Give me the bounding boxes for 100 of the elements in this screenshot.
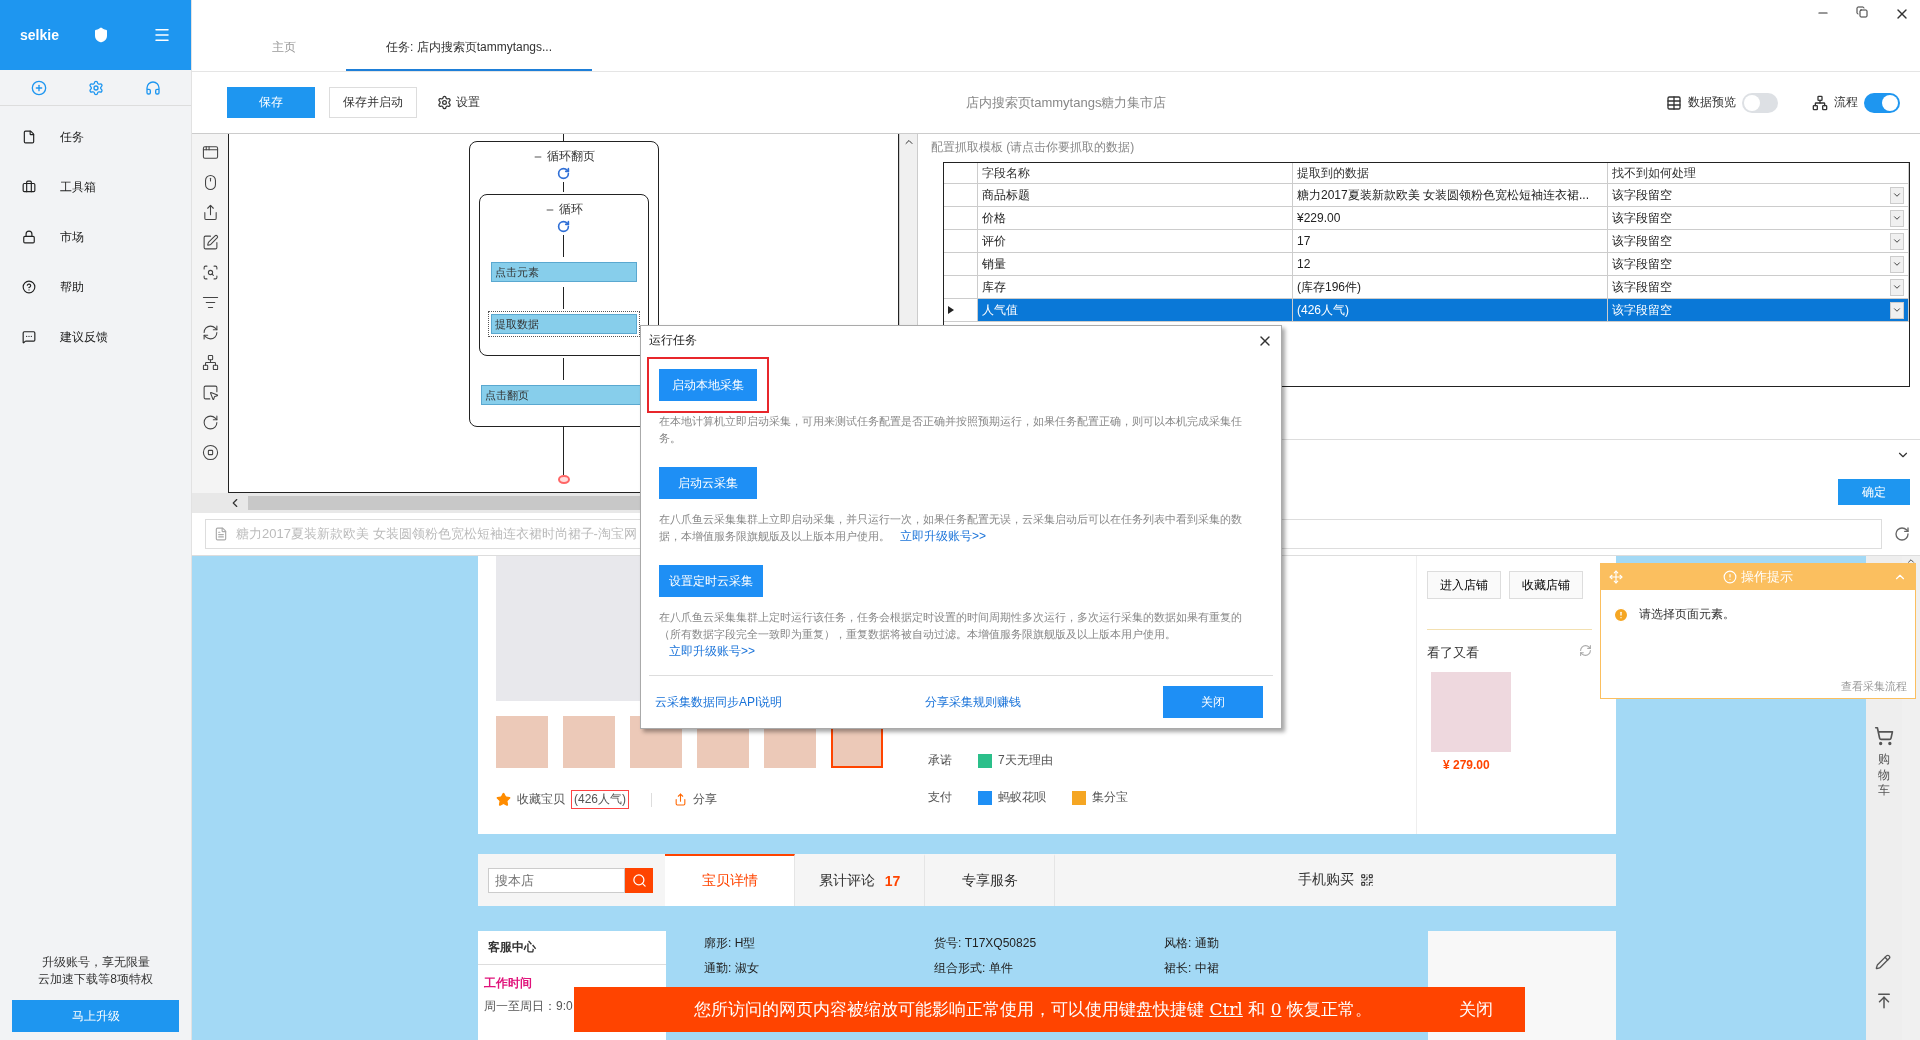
dropdown-cell[interactable]: 该字段留空	[1608, 184, 1909, 207]
dropdown-cell[interactable]: 该字段留空	[1608, 253, 1909, 276]
page-icon	[214, 527, 228, 541]
file-icon	[22, 130, 36, 144]
scroll-up-icon[interactable]	[1906, 556, 1916, 566]
attribute-text: 裙长: 中裙	[1164, 960, 1220, 977]
toggle-switch[interactable]	[1742, 92, 1778, 113]
table-cell: (426人气)	[1293, 299, 1608, 322]
row-header-cell[interactable]	[944, 276, 978, 299]
thumbnail-placeholder[interactable]	[496, 716, 548, 768]
pencil-icon[interactable]	[1875, 954, 1891, 970]
flow-step[interactable]: 提取数据	[490, 314, 637, 335]
toggle-switch[interactable]	[1864, 92, 1900, 113]
detail-tab[interactable]: 累计评论 17	[795, 854, 925, 906]
row-header-cell[interactable]	[944, 184, 978, 207]
hours-title: 工作时间	[483, 975, 533, 992]
row-header-cell[interactable]	[944, 230, 978, 253]
back-to-top-icon[interactable]	[1875, 992, 1893, 1010]
scan-icon[interactable]	[201, 264, 219, 281]
info-value: 蚂蚁花呗	[998, 789, 1046, 806]
row-header-cell[interactable]	[944, 299, 978, 322]
headset-icon[interactable]	[144, 79, 161, 96]
dropdown-cell[interactable]: 该字段留空	[1608, 299, 1909, 322]
task-title: 店内搜索页tammytangs糖力集市店	[964, 93, 1168, 112]
share-icon	[674, 793, 687, 806]
upgrade-link[interactable]: 立即升级账号>>	[669, 644, 755, 658]
footer-link[interactable]: 分享采集规则赚钱	[924, 693, 1021, 711]
sidebar-item[interactable]: 帮助	[0, 262, 191, 312]
dropdown-cell[interactable]: 该字段留空	[1608, 207, 1909, 230]
sidebar-item[interactable]: 任务	[0, 112, 191, 162]
promo-text: 云加速下载等8项特权	[37, 971, 154, 988]
search-button[interactable]	[625, 867, 653, 893]
info-value: 7天无理由	[998, 752, 1053, 769]
table-cell: 糖力2017夏装新款欧美 女装圆领粉色宽松短袖连衣裙...	[1293, 184, 1608, 207]
product-price: ¥ 279.00	[1443, 758, 1491, 772]
flow-step[interactable]: 点击元素	[490, 262, 637, 283]
info-label: 承诺	[928, 752, 952, 769]
detail-tab[interactable]: 专享服务	[925, 854, 1055, 906]
cart-icon[interactable]	[1874, 726, 1894, 746]
tab[interactable]: 任务: 店内搜索页tammytangs...	[346, 39, 593, 71]
sidebar-item[interactable]: 市场	[0, 212, 191, 262]
option-description: 在八爪鱼云采集集群上定时运行该任务，任务会根据定时设置的时间周期性多次运行，多次运行采集的数据如果有重复的（所有数据字段完全一致即为重复），重复数据将被自动过滤。本增值服务限旗舰版及以上版本用户使用。 立即升级账号>>	[659, 610, 1243, 660]
shop-search-field[interactable]: 搜本店	[488, 867, 625, 893]
table-cell: 17	[1293, 230, 1608, 253]
qr-code-icon	[1359, 873, 1374, 887]
pointer-icon[interactable]	[201, 384, 219, 401]
brand-name: selkie	[20, 27, 59, 43]
toggle-label: 数据预览	[1688, 94, 1736, 111]
rotate-icon[interactable]	[201, 414, 219, 431]
loop-icon	[557, 220, 570, 234]
thumbnail-placeholder[interactable]	[563, 716, 615, 768]
refresh-icon[interactable]	[1579, 644, 1592, 657]
menu-icon[interactable]	[153, 26, 171, 44]
mobile-buy-link[interactable]: 手机购买	[1297, 871, 1354, 889]
warning-icon	[1613, 606, 1629, 623]
row-header-cell[interactable]	[944, 253, 978, 276]
cart-label[interactable]: 购物车	[1878, 752, 1890, 799]
settings-icon[interactable]	[87, 79, 104, 96]
export-icon[interactable]	[201, 204, 219, 221]
upgrade-link[interactable]: 立即升级账号>>	[900, 529, 986, 543]
loop-title[interactable]: 循环翻页	[532, 148, 595, 166]
favorite-link[interactable]: 收藏宝贝	[517, 791, 565, 808]
row-header-cell[interactable]	[944, 207, 978, 230]
also-viewed-title: 看了又看	[1427, 644, 1479, 662]
loop-title[interactable]: 循环	[544, 201, 583, 219]
toggle-label: 流程	[1834, 94, 1858, 111]
hint-title: 操作提示	[1741, 568, 1793, 586]
sidebar-item[interactable]: 建议反馈	[0, 312, 191, 362]
table-cell: 商品标题	[978, 184, 1293, 207]
stop-icon[interactable]	[201, 444, 219, 461]
table-cell: 价格	[978, 207, 1293, 230]
table-cell: 人气值	[978, 299, 1293, 322]
notice-text: 您所访问的网页内容被缩放可能影响正常使用，可以使用键盘快捷键 Ctrl 和 0 恢复正常。	[694, 998, 1373, 1021]
end-node	[557, 475, 570, 484]
settings-button[interactable]: 设置	[431, 93, 486, 112]
edit-icon[interactable]	[201, 234, 219, 251]
shop-button[interactable]: 收藏店铺	[1509, 571, 1583, 599]
window-add-icon[interactable]	[201, 144, 219, 161]
hint-message: 请选择页面元素。	[1639, 606, 1735, 623]
save-start-button[interactable]: 保存并启动	[329, 87, 417, 118]
hours-text: 周一至周日：9:0	[483, 998, 574, 1015]
branch-icon[interactable]	[201, 354, 219, 371]
sidebar-item[interactable]: 工具箱	[0, 162, 191, 212]
detail-tab[interactable]: 宝贝详情	[665, 854, 795, 906]
attribute-text: 货号: T17XQ50825	[934, 935, 1038, 952]
footer-link[interactable]: 云采集数据同步API说明	[655, 693, 783, 711]
move-icon[interactable]	[1609, 570, 1623, 584]
list-icon[interactable]	[201, 294, 219, 311]
lock-icon	[22, 230, 36, 244]
add-icon[interactable]	[30, 79, 47, 96]
dialog-title: 运行任务	[649, 332, 697, 349]
loop-icon[interactable]	[201, 324, 219, 341]
help-icon	[22, 280, 36, 294]
reload-icon[interactable]	[1894, 526, 1910, 542]
dropdown-cell[interactable]: 该字段留空	[1608, 230, 1909, 253]
restore-icon[interactable]	[1856, 6, 1868, 18]
table-icon	[1666, 94, 1682, 111]
shop-button[interactable]: 进入店铺	[1427, 571, 1501, 599]
dropdown-cell[interactable]: 该字段留空	[1608, 276, 1909, 299]
share-link[interactable]: 分享	[693, 791, 717, 808]
